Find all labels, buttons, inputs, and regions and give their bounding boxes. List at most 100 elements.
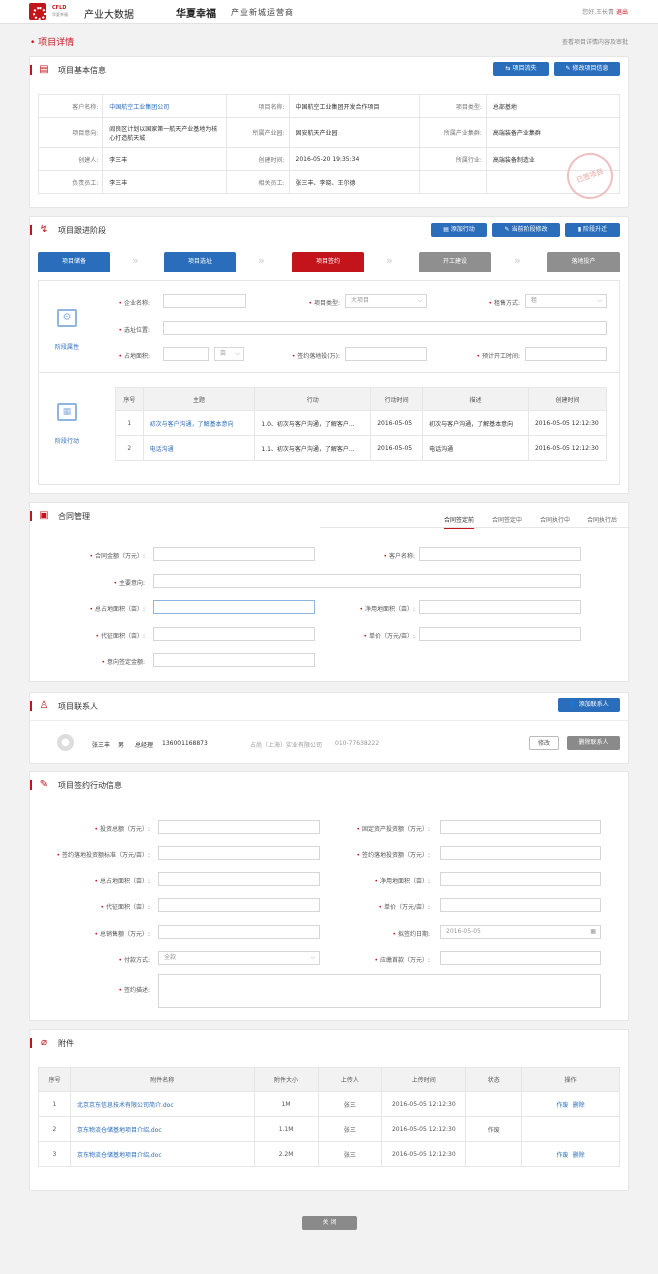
sign-left-label: • 总销售额（万元）: [30, 929, 150, 938]
start-label-text: 预计开工时间: [481, 353, 520, 360]
info-value: 2016-05-20 19:35:34 [288, 147, 421, 171]
sign-right-label-text: 应缴首款（万元）: [379, 957, 430, 964]
stage-up-button[interactable]: ▮ 阶段升迁 [565, 223, 620, 237]
delete-link[interactable]: 删除 [573, 1102, 585, 1109]
logo-subtext: 华夏幸福 [52, 12, 68, 17]
tab-after[interactable]: 合同执行后 [587, 515, 617, 524]
company-input[interactable] [163, 294, 246, 308]
brand-tagline: 产业新城运营商 [231, 8, 294, 17]
table-cell: 1.0、初次与客户沟通，了解客户... [254, 410, 372, 436]
start-label: • 预计开工时间: [476, 353, 521, 360]
attachment-link[interactable]: 京东物流仓储基地项目介绍.doc [69, 1116, 255, 1142]
step-sign[interactable]: 项目签约 [292, 252, 364, 272]
section-marker [30, 65, 32, 75]
void-link[interactable]: 作废 [557, 1152, 569, 1159]
site-input[interactable] [163, 321, 607, 335]
sign-right-input[interactable] [440, 820, 601, 834]
attachment-link[interactable]: 京东物流仓储基地项目介绍.doc [69, 1141, 255, 1167]
section-title: 合同管理 [58, 512, 90, 521]
close-button[interactable]: 关 闭 [302, 1216, 357, 1230]
delete-contact-button[interactable]: 删除联系人 [567, 736, 620, 750]
table-cell: 张三 [317, 1116, 383, 1142]
column-header: 行动 [254, 387, 372, 411]
sign-right-label: • 固定资产投资额（万元）: [320, 824, 430, 833]
invest-input[interactable] [345, 347, 427, 361]
info-value: 中国航空工业集团公司 [102, 94, 228, 118]
rent-label: • 租售方式: [488, 300, 521, 307]
step-reserve[interactable]: 项目储备 [38, 252, 110, 272]
info-row: 项目意向: 阎良区计划以国家第一航天产业基地为核心打造航天城 所属产业园: 固安航天产… [37, 117, 621, 148]
chevron-down-icon: ⌵ [235, 350, 240, 357]
column-header: 上传人 [317, 1067, 383, 1092]
edit-project-button[interactable]: ✎ 修改项目信息 [554, 62, 620, 76]
modify-stage-label: 当前阶段修改 [511, 226, 548, 233]
tab-executing[interactable]: 合同执行中 [540, 515, 570, 524]
unit-price-label: • 单价（万元/亩）: [363, 633, 415, 640]
gear-icon: ⚙ [57, 309, 77, 327]
area-label: • 占地面积: [118, 353, 151, 360]
info-value: 高端装备产业集群 [485, 117, 621, 148]
section-title: 项目跟进阶段 [58, 226, 106, 235]
levy-area-input[interactable] [153, 627, 315, 641]
edit-contact-button[interactable]: 修改 [529, 736, 559, 750]
sign-left-input[interactable] [158, 846, 320, 860]
add-action-button[interactable]: ▤ 添加行动 [431, 223, 487, 237]
calendar-icon: ▦ [57, 403, 77, 421]
add-contact-button[interactable]: 👤 添加联系人 [558, 698, 620, 712]
table-cell: 1 [38, 1091, 71, 1117]
sign-date-input[interactable]: 2016-05-05 ▦ [440, 925, 601, 939]
column-header: 附件名称 [69, 1067, 255, 1092]
intent-input[interactable] [153, 574, 581, 588]
void-link[interactable]: 作废 [557, 1102, 569, 1109]
sign-desc-textarea[interactable] [158, 974, 601, 1008]
intent-amount-input[interactable] [153, 653, 315, 667]
sign-right-label: • 拟签约日期: [320, 929, 430, 938]
paperclip-icon: ⌀ [40, 1037, 48, 1048]
unit-price-input[interactable] [419, 627, 581, 641]
app-name: 产业大数据 [84, 10, 134, 21]
payment-select[interactable]: 全款 ⌵ [158, 951, 320, 965]
area-input[interactable] [163, 347, 209, 361]
brand-name: 华夏幸福 [176, 9, 216, 20]
table-cell: 2 [38, 1116, 71, 1142]
sign-left-input[interactable] [158, 872, 320, 886]
table-cell[interactable]: 初次与客户沟通，了解基本意向 [142, 410, 256, 436]
start-input[interactable] [525, 347, 607, 361]
info-label: 所属产业集群: [419, 117, 487, 148]
sign-right-input[interactable] [440, 951, 601, 965]
sign-right-label-text: 单价（万元/亩）: [383, 904, 430, 911]
modify-stage-button[interactable]: ✎ 当前阶段修改 [492, 223, 560, 237]
sign-right-input[interactable] [440, 898, 601, 912]
total-area-input[interactable] [153, 600, 315, 614]
sign-left-label-text: 签约落地投资额标准（万元/亩）: [61, 852, 150, 859]
step-construct[interactable]: 开工建设 [419, 252, 491, 272]
logout-link[interactable]: 退出 [616, 9, 628, 16]
net-area-input[interactable] [419, 600, 581, 614]
unit-select[interactable]: 亩 ⌵ [214, 347, 244, 361]
calendar-icon[interactable]: ▦ [590, 926, 596, 938]
sign-left-input[interactable] [158, 820, 320, 834]
amount-input[interactable] [153, 547, 315, 561]
tab-during[interactable]: 合同签定中 [492, 515, 522, 524]
sign-right-label-text: 拟签约日期: [397, 931, 430, 938]
sign-left-label: • 付款方式: [30, 955, 150, 964]
delete-link[interactable]: 删除 [573, 1152, 585, 1159]
rent-select[interactable]: 租 ⌵ [525, 294, 607, 308]
info-label: 项目类型: [419, 94, 487, 118]
client-input[interactable] [419, 547, 581, 561]
type-select[interactable]: 大项目 ⌵ [345, 294, 427, 308]
table-row[interactable]: 2 电话沟通 1.1、初次与客户沟通，了解客户... 2016-05-05 电话沟通 20… [115, 435, 608, 461]
sign-left-input[interactable] [158, 898, 320, 912]
sign-right-input[interactable] [440, 846, 601, 860]
table-row[interactable]: 1 初次与客户沟通，了解基本意向 1.0、初次与客户沟通，了解客户... 2016-0… [115, 410, 608, 436]
sign-right-label-text: 签约落地投资额（万元）: [361, 852, 430, 859]
sign-right-input[interactable] [440, 872, 601, 886]
attachment-link[interactable]: 北京京东信息技术有限公司简介.doc [69, 1091, 255, 1117]
step-site[interactable]: 项目选址 [164, 252, 236, 272]
sign-left-input[interactable] [158, 925, 320, 939]
table-cell: 2016-05-05 [370, 435, 424, 461]
project-loss-button[interactable]: ⇆ 项目流失 [493, 62, 549, 76]
table-cell[interactable]: 电话沟通 [142, 435, 256, 461]
step-production[interactable]: 落地投产 [547, 252, 620, 272]
sign-right-label: • 应缴首款（万元）: [320, 955, 430, 964]
